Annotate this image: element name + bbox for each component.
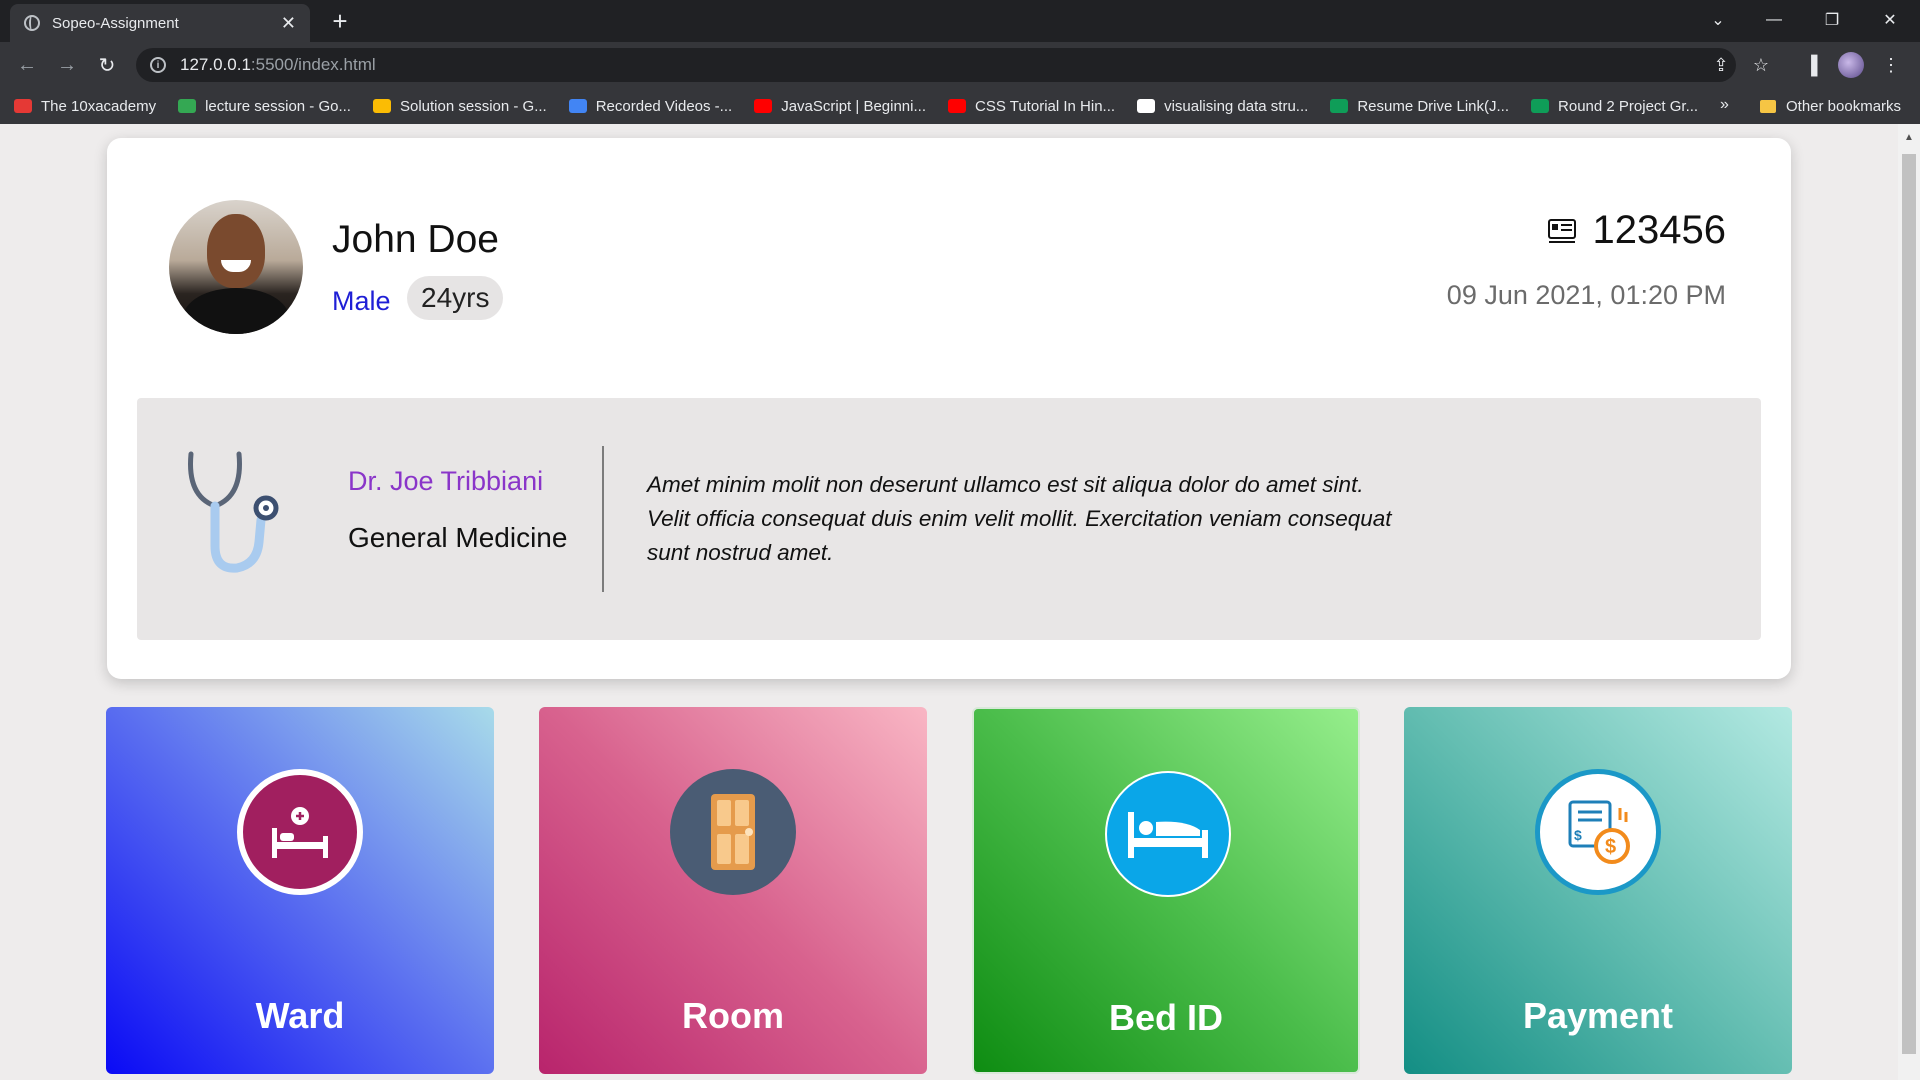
address-bar[interactable]: i 127.0.0.1:5500/index.html — [136, 48, 1736, 82]
bookmark-label: JavaScript | Beginni... — [781, 97, 926, 115]
patient-id: 123456 — [1592, 208, 1726, 252]
room-tile[interactable]: Room — [539, 707, 927, 1074]
close-window-button[interactable]: ✕ — [1862, 0, 1918, 40]
doctor-panel: Dr. Joe Tribbiani General Medicine Amet … — [137, 398, 1761, 640]
patient-gender: Male — [332, 286, 391, 316]
bookmark-item[interactable]: Resume Drive Link(J... — [1330, 98, 1509, 115]
bookmark-favicon-icon — [948, 99, 966, 113]
scrollbar-thumb[interactable] — [1902, 154, 1916, 1054]
patient-age-badge: 24yrs — [407, 276, 504, 320]
folder-icon — [1760, 99, 1776, 113]
url-host: 127.0.0.1 — [180, 55, 251, 74]
bookmark-label: visualising data stru... — [1164, 97, 1309, 115]
patient-avatar — [169, 200, 303, 334]
page-viewport: John Doe Male 24yrs 123456 09 Jun 2021, … — [0, 124, 1898, 1080]
menu-kebab-icon[interactable]: ⋮ — [1876, 50, 1906, 80]
ward-label: Ward — [255, 995, 345, 1036]
bookmark-label: Solution session - G... — [399, 97, 547, 115]
bookmark-item[interactable]: Recorded Videos -... — [568, 97, 733, 115]
bookmark-favicon-icon — [754, 99, 773, 113]
forward-button[interactable]: → — [52, 50, 82, 80]
bookmark-label: lecture session - Go... — [205, 97, 351, 115]
bookmarks-bar: The 10xacademy lecture session - Go... Sol… — [0, 88, 1920, 124]
back-button[interactable]: ← — [12, 50, 42, 80]
bookmark-label: Round 2 Project Gr... — [1558, 97, 1699, 115]
id-card-icon — [1547, 218, 1576, 243]
tab-title: Sopeo-Assignment — [52, 14, 179, 32]
visit-datetime: 09 Jun 2021, 01:20 PM — [1446, 280, 1726, 310]
bookmark-favicon-icon — [1137, 99, 1156, 113]
bookmark-label: Resume Drive Link(J... — [1357, 97, 1510, 115]
profile-avatar[interactable] — [1838, 52, 1864, 78]
bookmark-item[interactable]: visualising data stru... — [1137, 98, 1308, 115]
bookmark-star-icon[interactable]: ☆ — [1746, 50, 1776, 80]
site-info-icon[interactable]: i — [150, 57, 166, 73]
globe-icon — [24, 15, 40, 31]
bookmark-item[interactable]: Solution session - G... — [372, 97, 547, 115]
payment-tile[interactable]: $ $ Payment — [1404, 707, 1792, 1074]
bookmark-label: Recorded Videos -... — [595, 97, 733, 115]
bookmark-favicon-icon — [14, 99, 32, 113]
more-bookmarks-button[interactable]: » — [1720, 96, 1729, 114]
doctor-specialty: General Medicine — [348, 522, 568, 553]
url-path: :5500/index.html — [250, 55, 376, 74]
browser-tab-strip: Sopeo-Assignment ✕ + ⌄ — ❐ ✕ — [0, 0, 1920, 42]
bed-id-label: Bed ID — [1108, 997, 1223, 1038]
bookmark-favicon-icon — [372, 99, 391, 113]
bookmark-item[interactable]: The 10xacademy — [14, 98, 156, 115]
bookmark-item[interactable]: JavaScript | Beginni... — [754, 98, 926, 115]
restore-button[interactable]: ❐ — [1804, 0, 1860, 40]
ward-tile[interactable]: Ward — [106, 707, 494, 1074]
stethoscope-icon — [188, 451, 279, 573]
payment-label: Payment — [1522, 995, 1674, 1036]
bookmark-item[interactable]: Round 2 Project Gr... — [1531, 98, 1698, 115]
bookmark-favicon-icon — [1531, 99, 1550, 113]
other-bookmarks-folder[interactable]: Other bookmarks — [1760, 88, 1901, 124]
patient-name: John Doe — [332, 218, 499, 261]
share-icon[interactable]: ⇪ — [1706, 50, 1736, 80]
bed-icon — [1105, 771, 1231, 897]
reload-button[interactable]: ↻ — [92, 50, 122, 80]
bookmark-label: CSS Tutorial In Hin... — [975, 97, 1116, 115]
bookmark-label: The 10xacademy — [41, 97, 157, 115]
tab-close-icon[interactable]: ✕ — [281, 13, 296, 34]
bookmark-favicon-icon — [178, 99, 197, 113]
svg-text:$: $ — [1605, 836, 1616, 858]
patient-id-group: 123456 — [1547, 208, 1726, 253]
doctor-name: Dr. Joe Tribbiani — [348, 466, 544, 496]
tab-search-chevron-icon[interactable]: ⌄ — [1690, 0, 1746, 40]
svg-text:$: $ — [1574, 827, 1582, 843]
patient-card: John Doe Male 24yrs 123456 09 Jun 2021, … — [107, 138, 1791, 679]
new-tab-button[interactable]: + — [325, 6, 355, 36]
bookmark-favicon-icon — [568, 99, 587, 113]
bookmark-favicon-icon — [1330, 99, 1349, 113]
page-scrollbar[interactable]: ▲ — [1898, 124, 1920, 1080]
browser-tab[interactable]: Sopeo-Assignment ✕ — [10, 4, 310, 42]
browser-toolbar: ← → ↻ i 127.0.0.1:5500/index.html ⇪ ☆ ▐ … — [0, 42, 1920, 88]
bookmark-item[interactable]: lecture session - Go... — [178, 98, 351, 115]
other-bookmarks-label: Other bookmarks — [1786, 97, 1902, 115]
doctor-divider — [602, 446, 604, 592]
side-panel-icon[interactable]: ▐ — [1796, 50, 1826, 80]
doctor-notes: Amet minim molit non deserunt ullamco es… — [647, 472, 1392, 565]
bed-id-tile[interactable]: Bed ID — [972, 707, 1360, 1074]
hospital-bed-icon — [237, 769, 363, 895]
bookmark-item[interactable]: CSS Tutorial In Hin... — [948, 98, 1115, 115]
room-label: Room — [682, 995, 784, 1036]
door-icon — [670, 769, 796, 895]
scroll-up-arrow-icon[interactable]: ▲ — [1904, 132, 1914, 143]
payment-icon: $ $ — [1535, 769, 1661, 895]
minimize-button[interactable]: — — [1746, 0, 1802, 40]
